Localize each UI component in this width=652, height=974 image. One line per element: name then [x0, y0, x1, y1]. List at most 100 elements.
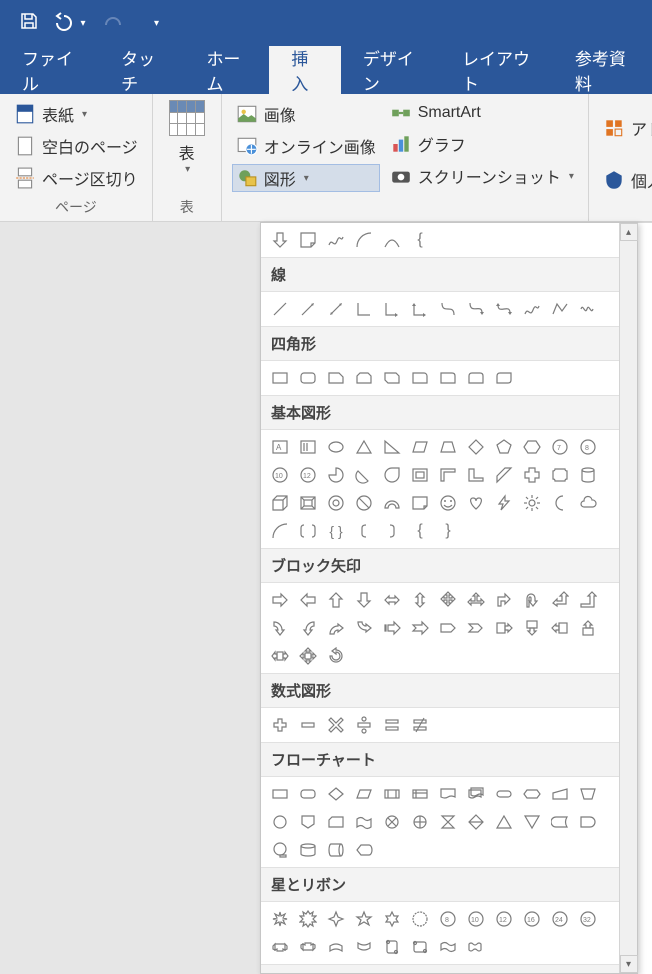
shape-arrow-bent-up[interactable] — [575, 587, 601, 613]
shape-flow-process[interactable] — [267, 781, 293, 807]
shape-flow-document[interactable] — [435, 781, 461, 807]
shape-snip-round-single[interactable] — [407, 365, 433, 391]
shape-smiley-face[interactable] — [435, 490, 461, 516]
shape-arrow-left-right-callout[interactable] — [267, 643, 293, 669]
shape-flow-manual-operation[interactable] — [575, 781, 601, 807]
shape-flow-magnetic-disk[interactable] — [295, 837, 321, 863]
shape-ribbon-down[interactable] — [295, 934, 321, 960]
tab-insert[interactable]: 挿入 — [269, 46, 341, 94]
shape-freeform-scribble[interactable] — [575, 296, 601, 322]
shape-flow-data[interactable] — [351, 781, 377, 807]
shape-flow-alternate[interactable] — [295, 781, 321, 807]
shape-cloud[interactable] — [575, 490, 601, 516]
shape-flow-summing[interactable] — [379, 809, 405, 835]
shape-flow-connector[interactable] — [267, 809, 293, 835]
scrollbar[interactable]: ▴ ▾ — [619, 223, 637, 973]
shape-arrow-quad-callout[interactable] — [295, 643, 321, 669]
shape-plus[interactable] — [267, 712, 293, 738]
shape-explosion-2[interactable] — [295, 906, 321, 932]
shape-line-arrow[interactable] — [295, 296, 321, 322]
shape-l-shape[interactable] — [463, 462, 489, 488]
shape-block-arc[interactable] — [379, 490, 405, 516]
shape-ribbon-curved-down[interactable] — [351, 934, 377, 960]
shape-bevel[interactable] — [295, 490, 321, 516]
tab-layout[interactable]: レイアウト — [440, 46, 553, 94]
shape-flow-card[interactable] — [323, 809, 349, 835]
smartart-button[interactable]: SmartArt — [386, 100, 578, 126]
shape-arrow-right[interactable] — [267, 587, 293, 613]
shape-flow-predefined[interactable] — [379, 781, 405, 807]
shape-curved-arrow[interactable] — [463, 296, 489, 322]
shape-down-arrow[interactable] — [267, 227, 293, 253]
shape-not-equal[interactable] — [407, 712, 433, 738]
shape-divide[interactable] — [351, 712, 377, 738]
personal-addins-button[interactable]: 個人 — [599, 166, 652, 194]
shape-arrow-left-callout[interactable] — [547, 615, 573, 641]
table-button[interactable]: 表 ▾ — [163, 100, 211, 195]
shape-right-brace[interactable]: } — [435, 518, 461, 544]
shape-flow-multidocument[interactable] — [463, 781, 489, 807]
shape-chord[interactable] — [351, 462, 377, 488]
shape-minus[interactable] — [295, 712, 321, 738]
dropdown-icon[interactable]: ▾ — [80, 18, 85, 29]
shape-line[interactable] — [267, 296, 293, 322]
shape-arrow-notched-right[interactable] — [407, 615, 433, 641]
shape-flow-display[interactable] — [351, 837, 377, 863]
shape-arrow-left-up[interactable] — [547, 587, 573, 613]
shape-arrow-chevron[interactable] — [463, 615, 489, 641]
shape-plaque[interactable] — [547, 462, 573, 488]
cover-page-button[interactable]: 表紙▾ — [10, 100, 142, 128]
shape-heptagon[interactable]: 7 — [547, 434, 573, 460]
shape-flow-sort[interactable] — [463, 809, 489, 835]
shape-oval[interactable] — [323, 434, 349, 460]
scroll-down-button[interactable]: ▾ — [620, 955, 638, 973]
shape-arrow-pentagon[interactable] — [435, 615, 461, 641]
shape-left-brace-2[interactable]: { — [407, 518, 433, 544]
shape-star-12[interactable]: 12 — [491, 906, 517, 932]
shape-arc-2[interactable] — [267, 518, 293, 544]
save-button[interactable] — [12, 6, 46, 40]
shape-curved-double-arrow[interactable] — [491, 296, 517, 322]
shape-can[interactable] — [575, 462, 601, 488]
shape-flow-direct-access[interactable] — [323, 837, 349, 863]
shape-snip-single-corner[interactable] — [323, 365, 349, 391]
redo-button[interactable] — [96, 6, 130, 40]
shape-round-single-corner[interactable] — [435, 365, 461, 391]
shape-flow-merge[interactable] — [519, 809, 545, 835]
shape-double-brace[interactable]: { } — [323, 518, 349, 544]
shape-flow-manual-input[interactable] — [547, 781, 573, 807]
blank-page-button[interactable]: 空白のページ — [10, 132, 142, 160]
shape-right-bracket[interactable] — [379, 518, 405, 544]
shape-star-4[interactable] — [323, 906, 349, 932]
qat-dropdown-icon[interactable]: ▾ — [154, 18, 159, 29]
shape-star-7[interactable] — [407, 906, 433, 932]
shape-arrow-quad[interactable] — [435, 587, 461, 613]
shape-sun[interactable] — [519, 490, 545, 516]
shape-cube[interactable] — [267, 490, 293, 516]
shape-scribble[interactable] — [323, 227, 349, 253]
shape-hexagon[interactable] — [519, 434, 545, 460]
shape-arrow-striped-right[interactable] — [379, 615, 405, 641]
page-break-button[interactable]: ページ区切り — [10, 164, 142, 192]
shape-flow-terminator[interactable] — [491, 781, 517, 807]
shape-ribbon-curved-up[interactable] — [323, 934, 349, 960]
online-picture-button[interactable]: オンライン画像 — [232, 132, 380, 160]
shape-text-box[interactable]: A — [267, 434, 293, 460]
shape-curve[interactable] — [379, 227, 405, 253]
shape-frame[interactable] — [407, 462, 433, 488]
shape-flow-stored-data[interactable] — [547, 809, 573, 835]
shape-decagon[interactable]: 10 — [267, 462, 293, 488]
shape-arrow-bent[interactable] — [491, 587, 517, 613]
shape-cross[interactable] — [519, 462, 545, 488]
shape-right-triangle[interactable] — [379, 434, 405, 460]
shape-freeform-curve[interactable] — [519, 296, 545, 322]
tab-touch[interactable]: タッチ — [99, 46, 184, 94]
shape-rectangle[interactable] — [267, 365, 293, 391]
shape-heart[interactable] — [463, 490, 489, 516]
shapes-button[interactable]: 図形▾ — [232, 164, 380, 192]
shape-parallelogram[interactable] — [407, 434, 433, 460]
shape-arc[interactable] — [351, 227, 377, 253]
shape-folded-corner-2[interactable] — [407, 490, 433, 516]
shape-folded-corner[interactable] — [295, 227, 321, 253]
shape-flow-collate[interactable] — [435, 809, 461, 835]
